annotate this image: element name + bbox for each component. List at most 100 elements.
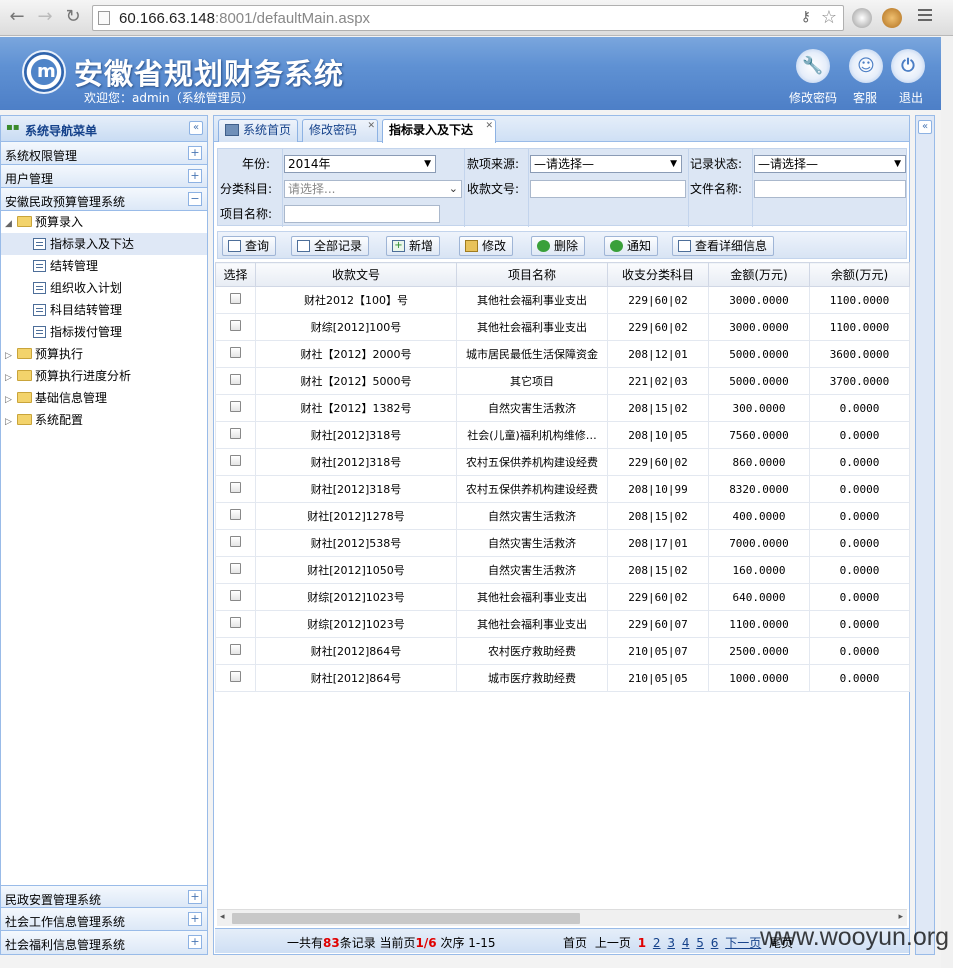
tab-change-password[interactable]: 修改密码 ✕	[302, 119, 378, 142]
sidebar-section-social-work[interactable]: 社会工作信息管理系统 +	[1, 908, 207, 931]
add-button[interactable]: + 新增	[386, 236, 441, 256]
tree-leaf-income-plan[interactable]: 组织收入计划	[33, 277, 122, 299]
collapse-sidebar-icon[interactable]: «	[189, 121, 203, 135]
close-tab-icon[interactable]: ✕	[367, 121, 375, 131]
tree-node-basic-info[interactable]: ▷ 基础信息管理	[5, 387, 107, 409]
change-password-label[interactable]: 修改密码	[789, 89, 837, 106]
row-checkbox[interactable]	[230, 590, 241, 601]
all-records-button[interactable]: 全部记录	[291, 236, 370, 256]
column-header[interactable]: 收支分类科目	[607, 262, 709, 287]
back-icon[interactable]: ←	[6, 6, 28, 28]
tree-node-budget-entry[interactable]: ◢ 预算录入	[5, 211, 205, 233]
table-row[interactable]: 财社2012【100】号 其他社会福利事业支出 229|60|02 3000.0000…	[215, 286, 910, 314]
table-row[interactable]: 财社【2012】5000号 其它项目 221|02|03 5000.0000 3700.…	[215, 367, 910, 395]
table-row[interactable]: 财综[2012]1023号 其他社会福利事业支出 229|60|02 640.0000…	[215, 583, 910, 611]
browser-menu-icon[interactable]	[918, 9, 932, 24]
column-header[interactable]: 余额(万元)	[809, 262, 910, 287]
scrollbar-thumb[interactable]	[232, 913, 580, 924]
expand-icon[interactable]: +	[188, 890, 202, 904]
tree-leaf-indicator-entry[interactable]: 指标录入及下达	[1, 233, 207, 255]
table-row[interactable]: 财社[2012]318号 农村五保供养机构建设经费 208|10|99 8320.00…	[215, 475, 910, 503]
tree-leaf-carryover[interactable]: 结转管理	[33, 255, 98, 277]
tree-node-progress-analysis[interactable]: ▷ 预算执行进度分析	[5, 365, 131, 387]
row-checkbox[interactable]	[230, 482, 241, 493]
sidebar-section-welfare[interactable]: 社会福利信息管理系统 +	[1, 931, 207, 954]
close-tab-icon[interactable]: ✕	[485, 121, 493, 131]
customer-service-icon[interactable]: ☺	[849, 49, 883, 83]
row-checkbox[interactable]	[230, 374, 241, 385]
expanded-arrow-icon[interactable]: ◢	[5, 213, 17, 235]
view-details-button[interactable]: 查看详细信息	[672, 236, 775, 256]
table-row[interactable]: 财社[2012]318号 农村五保供养机构建设经费 229|60|02 860.000…	[215, 448, 910, 476]
column-header[interactable]: 金额(万元)	[708, 262, 810, 287]
row-checkbox[interactable]	[230, 671, 241, 682]
table-row[interactable]: 财综[2012]1023号 其他社会福利事业支出 229|60|07 1100.000…	[215, 610, 910, 638]
sidebar-section-users[interactable]: 用户管理 +	[1, 165, 207, 188]
next-page-link[interactable]: 下一页	[725, 936, 761, 950]
row-checkbox[interactable]	[230, 347, 241, 358]
column-header[interactable]: 项目名称	[456, 262, 608, 287]
row-checkbox[interactable]	[230, 320, 241, 331]
cookie-extension-icon[interactable]	[882, 8, 902, 28]
table-row[interactable]: 财社[2012]864号 城市医疗救助经费 210|05|05 1000.0000 0.…	[215, 664, 910, 692]
page-link[interactable]: 5	[696, 936, 704, 950]
row-checkbox[interactable]	[230, 428, 241, 439]
address-bar[interactable]: 60.166.63.148:8001/defaultMain.aspx ⚷ ☆	[92, 5, 844, 31]
column-header[interactable]: 收款文号	[255, 262, 457, 287]
row-checkbox[interactable]	[230, 455, 241, 466]
collapsed-arrow-icon[interactable]: ▷	[5, 411, 17, 433]
tab-home[interactable]: 系统首页	[218, 119, 298, 142]
logout-icon[interactable]: ⏻	[891, 49, 925, 83]
column-header[interactable]: 选择	[215, 262, 256, 287]
expand-icon[interactable]: +	[188, 912, 202, 926]
page-link[interactable]: 4	[682, 936, 690, 950]
doc-number-input[interactable]	[530, 180, 686, 198]
table-row[interactable]: 财社【2012】1382号 自然灾害生活救济 208|15|02 300.0000 0.…	[215, 394, 910, 422]
tree-node-system-config[interactable]: ▷ 系统配置	[5, 409, 83, 431]
table-row[interactable]: 财社【2012】2000号 城市居民最低生活保障资金 208|12|01 5000.0…	[215, 340, 910, 368]
expand-icon[interactable]: +	[188, 169, 202, 183]
tree-leaf-allocation[interactable]: 指标拨付管理	[33, 321, 122, 343]
globe-extension-icon[interactable]	[852, 8, 872, 28]
tab-indicator-entry[interactable]: 指标录入及下达 ✕	[382, 119, 496, 143]
table-row[interactable]: 财社[2012]864号 农村医疗救助经费 210|05|07 2500.0000 0.…	[215, 637, 910, 665]
collapsed-arrow-icon[interactable]: ▷	[5, 389, 17, 411]
page-vertical-scrollbar[interactable]	[941, 37, 953, 968]
prev-page-link[interactable]: 上一页	[595, 936, 631, 950]
row-checkbox[interactable]	[230, 536, 241, 547]
row-checkbox[interactable]	[230, 293, 241, 304]
row-checkbox[interactable]	[230, 401, 241, 412]
logout-label[interactable]: 退出	[899, 89, 923, 106]
file-name-input[interactable]	[754, 180, 906, 198]
scroll-right-icon[interactable]: ▸	[898, 912, 903, 922]
table-row[interactable]: 财社[2012]318号 社会(儿童)福利机构维修… 208|10|05 7560.0…	[215, 421, 910, 449]
sidebar-section-permissions[interactable]: 系统权限管理 +	[1, 142, 207, 165]
row-checkbox[interactable]	[230, 644, 241, 655]
table-row[interactable]: 财社[2012]1050号 自然灾害生活救济 208|15|02 160.0000 0.…	[215, 556, 910, 584]
first-page-link[interactable]: 首页	[563, 936, 587, 950]
status-select[interactable]: —请选择— ▼	[754, 155, 906, 173]
reload-icon[interactable]: ↻	[62, 6, 84, 28]
year-select[interactable]: 2014年 ▼	[284, 155, 436, 173]
expand-icon[interactable]: +	[188, 146, 202, 160]
row-checkbox[interactable]	[230, 563, 241, 574]
row-checkbox[interactable]	[230, 509, 241, 520]
collapsed-arrow-icon[interactable]: ▷	[5, 367, 17, 389]
category-input[interactable]: 请选择... ⌄	[284, 180, 462, 198]
table-row[interactable]: 财社[2012]538号 自然灾害生活救济 208|17|01 7000.0000 0.…	[215, 529, 910, 557]
change-password-icon[interactable]: 🔧	[796, 49, 830, 83]
page-link[interactable]: 6	[711, 936, 719, 950]
page-link-current[interactable]: 1	[638, 936, 646, 950]
sidebar-section-budget[interactable]: 安徽民政预算管理系统 −	[1, 188, 207, 211]
tree-leaf-subject-carryover[interactable]: 科目结转管理	[33, 299, 122, 321]
table-row[interactable]: 财综[2012]100号 其他社会福利事业支出 229|60|02 3000.0000…	[215, 313, 910, 341]
expand-icon[interactable]: +	[188, 935, 202, 949]
project-name-input[interactable]	[284, 205, 440, 223]
sidebar-section-resettlement[interactable]: 民政安置管理系统 +	[1, 885, 207, 908]
notify-button[interactable]: 通知	[604, 236, 659, 256]
row-checkbox[interactable]	[230, 617, 241, 628]
edit-button[interactable]: 修改	[459, 236, 514, 256]
source-select[interactable]: —请选择— ▼	[530, 155, 682, 173]
page-link[interactable]: 2	[653, 936, 661, 950]
tree-node-budget-execution[interactable]: ▷ 预算执行	[5, 343, 83, 365]
